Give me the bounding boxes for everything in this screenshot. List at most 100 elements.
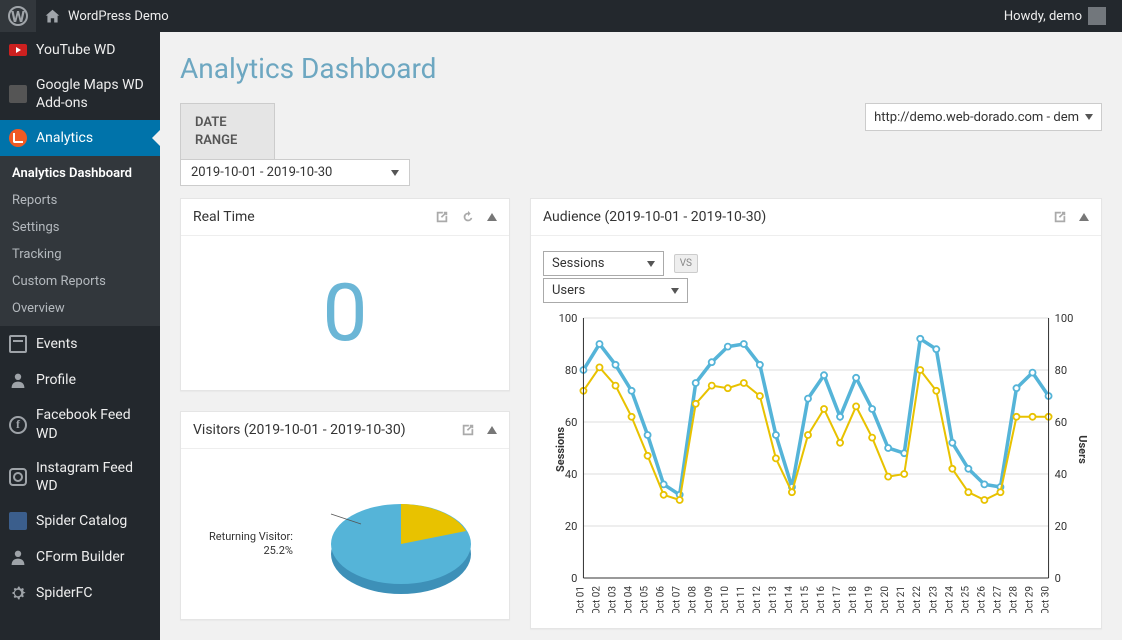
svg-text:Oct 24: Oct 24 (944, 586, 955, 613)
svg-text:0: 0 (571, 572, 577, 585)
site-profile-select[interactable]: http://demo.web-dorado.com - dem (865, 103, 1102, 131)
svg-text:Oct 30: Oct 30 (1041, 586, 1052, 613)
wordpress-icon: W (8, 6, 28, 26)
sidebar-item-analytics[interactable]: Analytics (0, 120, 160, 156)
svg-text:80: 80 (1055, 364, 1067, 377)
sidebar-item-profile[interactable]: Profile (0, 362, 160, 398)
svg-text:Oct 26: Oct 26 (976, 586, 987, 613)
svg-text:Oct 13: Oct 13 (768, 586, 779, 613)
visitors-title: Visitors (2019-10-01 - 2019-10-30) (193, 422, 406, 438)
submenu-custom-reports[interactable]: Custom Reports (0, 268, 160, 295)
y-axis-right-label: Users (1076, 435, 1089, 464)
svg-text:Oct 28: Oct 28 (1008, 586, 1019, 613)
admin-bar: W WordPress Demo Howdy, demo (0, 0, 1122, 32)
submenu-overview[interactable]: Overview (0, 295, 160, 322)
svg-text:100: 100 (1055, 313, 1074, 325)
svg-text:20: 20 (1055, 520, 1067, 533)
howdy-text: Howdy, demo (1004, 9, 1082, 24)
export-icon[interactable] (461, 423, 475, 437)
svg-text:Oct 23: Oct 23 (928, 586, 939, 613)
svg-text:40: 40 (1055, 468, 1067, 481)
submenu-reports[interactable]: Reports (0, 187, 160, 214)
sidebar-item-label: Spider Catalog (36, 512, 127, 530)
svg-text:Oct 19: Oct 19 (864, 586, 875, 613)
svg-text:100: 100 (559, 313, 578, 325)
svg-text:Oct 15: Oct 15 (800, 586, 811, 613)
site-home-link[interactable]: WordPress Demo (36, 0, 177, 32)
export-icon[interactable] (435, 210, 449, 224)
sidebar-item-cform[interactable]: CForm Builder (0, 539, 160, 575)
svg-text:Oct 25: Oct 25 (960, 586, 971, 613)
collapse-icon[interactable] (487, 426, 497, 434)
metric2-select[interactable]: Users (543, 278, 688, 303)
svg-text:80: 80 (565, 364, 577, 377)
person-icon (8, 370, 28, 390)
avatar (1088, 7, 1106, 25)
y-axis-left-label: Sessions (554, 427, 567, 472)
chevron-down-icon (647, 261, 655, 267)
svg-text:20: 20 (565, 520, 577, 533)
audience-line-chart: Sessions Users 002020404060608080100100O… (543, 313, 1089, 613)
audience-panel: Audience (2019-10-01 - 2019-10-30) Sessi… (530, 198, 1102, 629)
sidebar-item-youtube[interactable]: YouTube WD (0, 32, 160, 68)
wp-logo-item[interactable]: W (0, 0, 36, 32)
range-bar: DATE RANGE 2019-10-01 - 2019-10-30 http:… (180, 103, 1102, 186)
form-icon (8, 547, 28, 567)
collapse-icon[interactable] (487, 213, 497, 221)
collapse-icon[interactable] (1079, 213, 1089, 221)
visitors-pie-chart (301, 484, 481, 604)
sidebar-item-label: Instagram Feed WD (36, 459, 152, 495)
gear-icon (8, 583, 28, 603)
sidebar-item-label: Events (36, 335, 77, 353)
realtime-value: 0 (193, 251, 497, 375)
sidebar-item-gmaps[interactable]: Google Maps WD Add-ons (0, 68, 160, 120)
svg-text:Oct 22: Oct 22 (912, 586, 923, 613)
svg-text:Oct 02: Oct 02 (591, 586, 602, 613)
metric1-select[interactable]: Sessions (543, 251, 664, 276)
analytics-icon (8, 128, 28, 148)
sidebar-item-label: Profile (36, 371, 76, 389)
svg-text:Oct 17: Oct 17 (832, 586, 843, 613)
svg-text:Oct 09: Oct 09 (704, 586, 715, 613)
sidebar-item-spiderfc[interactable]: SpiderFC (0, 575, 160, 611)
audience-title: Audience (2019-10-01 - 2019-10-30) (543, 209, 766, 225)
sidebar-item-events[interactable]: Events (0, 326, 160, 362)
date-range-value: 2019-10-01 - 2019-10-30 (191, 165, 332, 180)
submenu-tracking[interactable]: Tracking (0, 241, 160, 268)
sidebar-item-label: Google Maps WD Add-ons (36, 76, 152, 112)
submenu-settings[interactable]: Settings (0, 214, 160, 241)
instagram-icon (8, 467, 28, 487)
svg-text:Oct 20: Oct 20 (880, 586, 891, 613)
sidebar-item-label: CForm Builder (36, 548, 125, 566)
map-icon (8, 84, 28, 104)
visitors-panel: Visitors (2019-10-01 - 2019-10-30) Retur… (180, 411, 510, 620)
site-title: WordPress Demo (68, 9, 169, 24)
home-icon (44, 8, 61, 25)
realtime-title: Real Time (193, 209, 255, 225)
svg-text:60: 60 (1055, 416, 1067, 429)
sidebar-item-spider[interactable]: Spider Catalog (0, 503, 160, 539)
sidebar-item-igfeed[interactable]: Instagram Feed WD (0, 451, 160, 503)
admin-sidebar: YouTube WD Google Maps WD Add-ons Analyt… (0, 32, 160, 640)
svg-text:Oct 29: Oct 29 (1024, 586, 1035, 613)
chevron-down-icon (1085, 114, 1093, 120)
svg-text:Oct 11: Oct 11 (736, 586, 747, 613)
pie-slice-label: Returning Visitor: 25.2% (209, 530, 293, 559)
content-area: Analytics Dashboard DATE RANGE 2019-10-0… (160, 32, 1122, 640)
svg-text:Oct 08: Oct 08 (688, 586, 699, 613)
howdy-account[interactable]: Howdy, demo (996, 0, 1114, 32)
date-range-label: DATE RANGE (180, 103, 275, 160)
svg-text:Oct 21: Oct 21 (896, 586, 907, 613)
svg-text:Oct 06: Oct 06 (656, 586, 667, 613)
date-range-picker[interactable]: 2019-10-01 - 2019-10-30 (180, 159, 410, 186)
refresh-icon[interactable] (461, 210, 475, 224)
site-select-value: http://demo.web-dorado.com - dem (874, 110, 1079, 125)
svg-text:Oct 10: Oct 10 (720, 586, 731, 613)
svg-text:Oct 04: Oct 04 (624, 586, 635, 613)
catalog-icon (8, 511, 28, 531)
submenu-dashboard[interactable]: Analytics Dashboard (0, 160, 160, 187)
sidebar-item-label: Facebook Feed WD (36, 406, 152, 442)
sidebar-item-fbfeed[interactable]: f Facebook Feed WD (0, 398, 160, 450)
export-icon[interactable] (1053, 210, 1067, 224)
sidebar-item-label: YouTube WD (36, 41, 115, 59)
